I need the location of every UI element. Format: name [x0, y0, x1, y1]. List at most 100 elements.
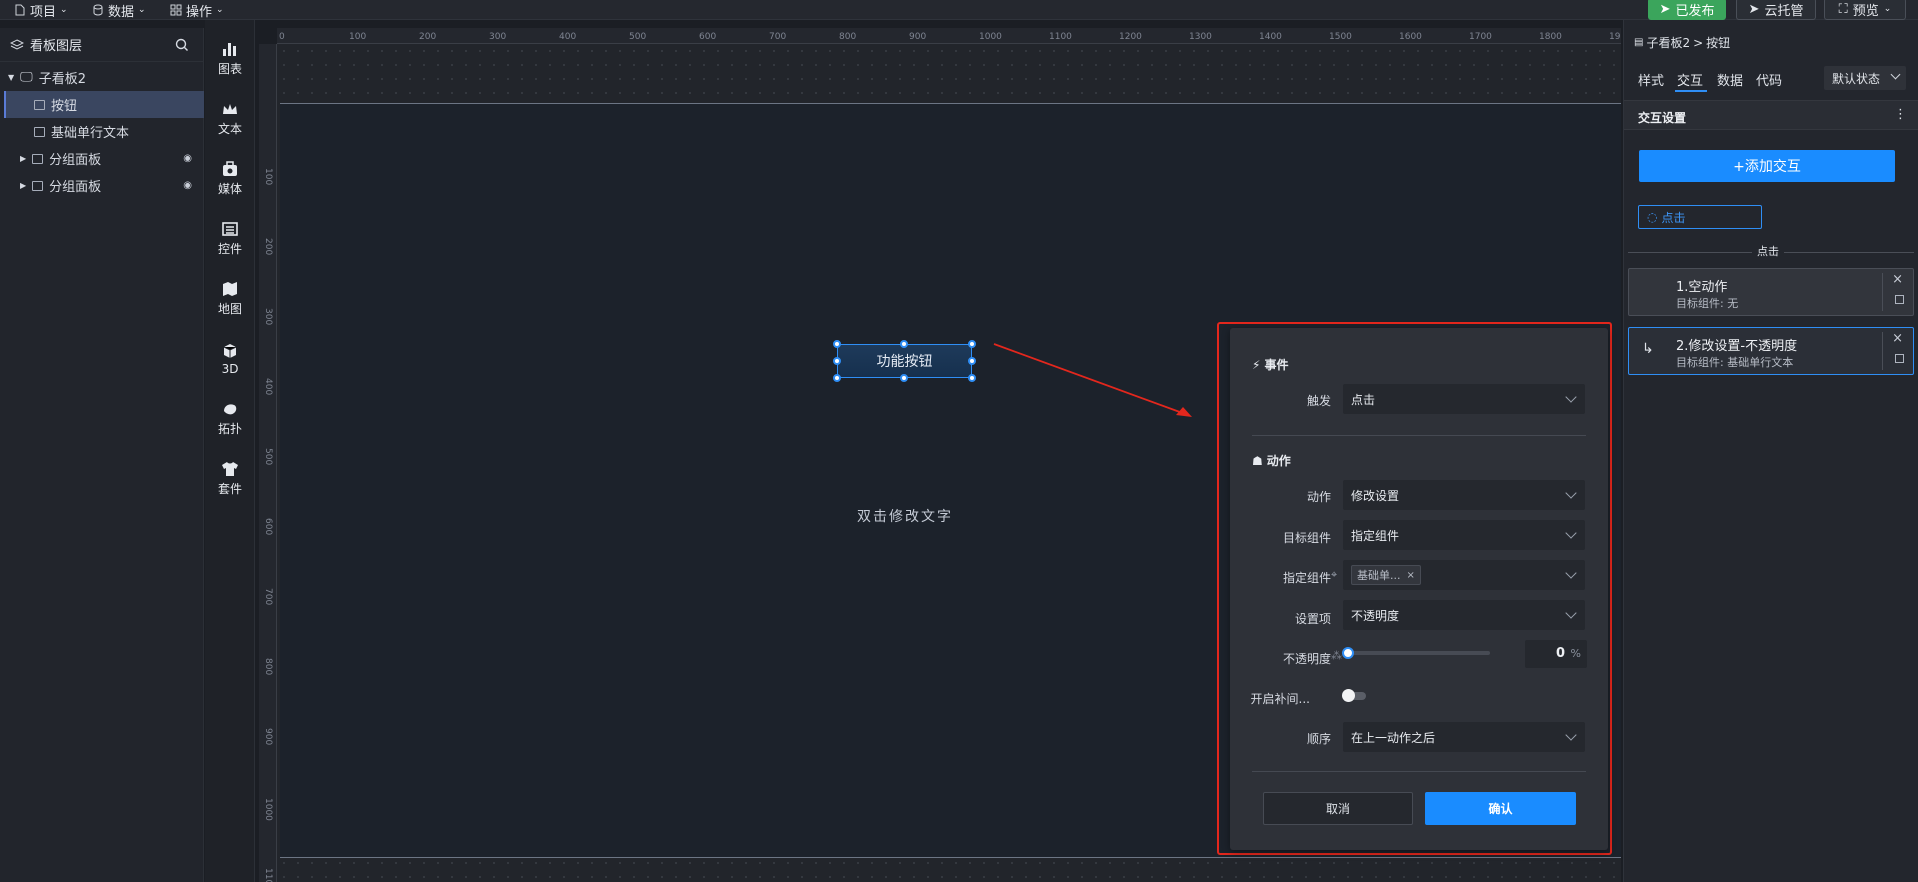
rail-item-3d[interactable]: 3D: [205, 332, 255, 386]
resize-handle[interactable]: [968, 357, 976, 365]
action-title-label: 动作: [1266, 454, 1291, 468]
ruler-tick-label: 1800: [1539, 32, 1562, 42]
topology-icon: [224, 404, 237, 415]
resize-handle[interactable]: [900, 374, 908, 382]
add-interaction-button[interactable]: +添加交互: [1639, 150, 1895, 182]
resize-handle[interactable]: [968, 374, 976, 382]
fullscreen-icon: ⛶: [1838, 1, 1848, 17]
ruler-tick-label: 1000: [979, 32, 1002, 42]
action-card-subtitle: 目标组件: 无: [1676, 297, 1739, 310]
ruler-tick-label: 1000: [263, 798, 273, 821]
ruler-tick-label: 300: [263, 308, 273, 326]
crown-icon: [223, 104, 237, 114]
trigger-select[interactable]: 点击: [1343, 384, 1585, 414]
ruler-tick-label: 900: [909, 32, 927, 42]
action-card[interactable]: 1.空动作 目标组件: 无 ×: [1628, 268, 1914, 316]
ruler-tick-label: 1400: [1259, 32, 1282, 42]
file-icon: [15, 4, 25, 16]
ruler-tick-label: 1300: [1189, 32, 1212, 42]
menu-operation[interactable]: 操作 ⌄: [170, 0, 224, 20]
target-select[interactable]: 指定组件: [1343, 520, 1585, 550]
layer-item-button[interactable]: 按钮: [4, 91, 204, 118]
ruler-tick-label: 900: [263, 728, 273, 746]
locate-icon[interactable]: ⌖: [1331, 568, 1337, 582]
tween-label: 开启补间...: [1250, 692, 1310, 706]
trigger-value: 点击: [1351, 392, 1376, 407]
more-vertical-icon[interactable]: ⋮: [1894, 107, 1907, 122]
action-select[interactable]: 修改设置: [1343, 480, 1585, 510]
chevron-down-icon: [1565, 391, 1577, 403]
chevron-down-icon: [1565, 607, 1577, 619]
rail-item-map[interactable]: 地图: [205, 272, 255, 326]
layer-item-group[interactable]: ▶ 分组面板 ◉: [4, 172, 204, 199]
state-select[interactable]: 默认状态: [1824, 66, 1906, 90]
sparkle-icon: ⁂: [1331, 649, 1342, 662]
tab-data[interactable]: 数据: [1717, 70, 1743, 89]
annotation-arrow: [993, 343, 1192, 417]
menu-project[interactable]: 项目 ⌄: [14, 0, 68, 20]
action-card-selected[interactable]: ↳ 2.修改设置-不透明度 目标组件: 基础单行文本 ×: [1628, 327, 1914, 375]
rail-item-text[interactable]: 文本: [205, 92, 255, 146]
rail-item-chart[interactable]: 图表: [205, 32, 255, 86]
chevron-down-icon: ⌄: [60, 5, 68, 15]
preview-label: 预览: [1852, 3, 1879, 19]
function-button-component[interactable]: 功能按钮: [837, 344, 972, 378]
chevron-down-icon: ⌄: [216, 5, 224, 15]
layer-item-group[interactable]: ▶ 分组面板 ◉: [4, 145, 204, 172]
menu-data[interactable]: 数据 ⌄: [92, 0, 146, 20]
setting-select[interactable]: 不透明度: [1343, 600, 1585, 630]
confirm-button[interactable]: 确认: [1425, 792, 1576, 825]
published-button[interactable]: ➤ 已发布: [1648, 0, 1726, 20]
search-icon[interactable]: [175, 38, 189, 52]
ruler-tick-label: 600: [263, 518, 273, 536]
close-icon[interactable]: ×: [1892, 272, 1903, 287]
resize-handle[interactable]: [900, 340, 908, 348]
toggle-knob: [1342, 689, 1355, 702]
ruler-tick-label: 800: [839, 32, 857, 42]
ruler-tick-label: 800: [263, 658, 273, 676]
specify-component-select[interactable]: 基础单... ×: [1343, 560, 1585, 590]
close-icon[interactable]: ×: [1407, 570, 1415, 581]
resize-handle[interactable]: [833, 357, 841, 365]
layer-item-text[interactable]: 基础单行文本: [4, 118, 204, 145]
eye-hidden-icon[interactable]: ◉: [183, 180, 192, 191]
cloud-hosting-button[interactable]: ➤ 云托管: [1736, 0, 1816, 20]
close-icon[interactable]: ×: [1892, 331, 1903, 346]
rail-item-media[interactable]: 媒体: [205, 152, 255, 206]
resize-handle[interactable]: [833, 374, 841, 382]
tab-code[interactable]: 代码: [1756, 70, 1782, 89]
tween-toggle[interactable]: [1342, 689, 1366, 702]
resize-handle[interactable]: [833, 340, 841, 348]
breadcrumb-leaf: 按钮: [1706, 36, 1731, 50]
order-select[interactable]: 在上一动作之后: [1343, 722, 1585, 752]
tab-style[interactable]: 样式: [1638, 70, 1664, 89]
opacity-slider[interactable]: [1342, 647, 1490, 659]
ruler-tick-label: 1100: [1049, 32, 1072, 42]
layer-panel: 看板图层 ▼ 🖵 子看板2 按钮 基础单行文本 ▶ 分组面板 ◉ ▶ 分组面板 …: [0, 28, 204, 882]
layer-item-label: 分组面板: [49, 153, 102, 168]
cancel-label: 取消: [1325, 802, 1350, 816]
target-value: 指定组件: [1351, 528, 1400, 543]
single-line-text-component[interactable]: 双击修改文字: [830, 506, 980, 526]
copy-icon[interactable]: [1895, 354, 1904, 363]
breadcrumb: ▤ 子看板2 > 按钮: [1634, 34, 1730, 51]
selected-tag-label: 基础单...: [1357, 569, 1401, 582]
layer-item-board[interactable]: ▼ 🖵 子看板2: [4, 64, 204, 91]
cancel-button[interactable]: 取消: [1263, 792, 1413, 825]
eye-hidden-icon[interactable]: ◉: [183, 153, 192, 164]
tab-interaction[interactable]: 交互: [1677, 70, 1703, 89]
ruler-tick-label: 600: [699, 32, 717, 42]
action-card-title: 1.空动作: [1676, 280, 1728, 295]
rail-item-topology[interactable]: 拓扑: [205, 392, 255, 446]
resize-handle[interactable]: [968, 340, 976, 348]
rail-item-widget[interactable]: 控件: [205, 212, 255, 266]
preview-button[interactable]: ⛶ 预览 ⌄: [1824, 0, 1906, 20]
selected-tag: 基础单... ×: [1351, 565, 1421, 585]
breadcrumb-root[interactable]: 子看板2: [1646, 34, 1690, 51]
event-chip[interactable]: ◌ 点击: [1638, 205, 1762, 229]
rail-item-kit[interactable]: 套件: [205, 452, 255, 506]
ruler-tick-label: 400: [559, 32, 577, 42]
copy-icon[interactable]: [1895, 295, 1904, 304]
opacity-input[interactable]: 0 %: [1525, 640, 1587, 668]
slider-thumb[interactable]: [1342, 647, 1354, 659]
